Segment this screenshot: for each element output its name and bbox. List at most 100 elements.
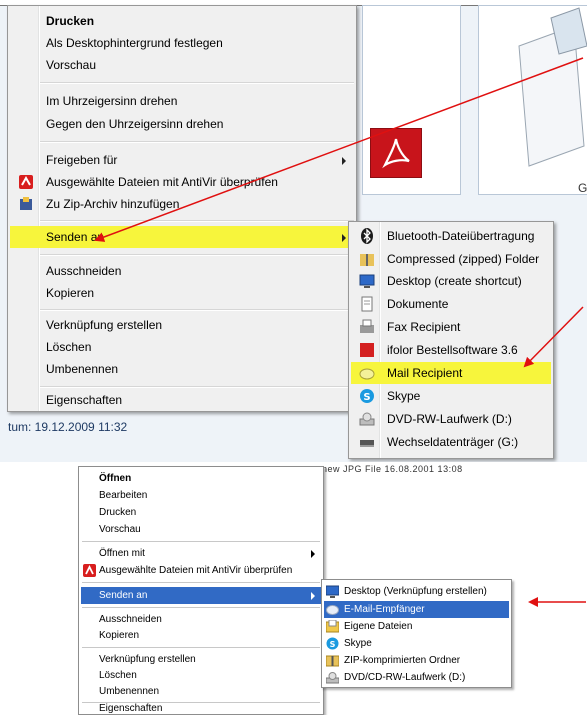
menu-item-label: Ausschneiden — [99, 614, 162, 625]
menu-item-label: Öffnen — [99, 473, 132, 484]
xp-menu-item-delete[interactable]: Löschen — [81, 667, 321, 684]
menu-item-label: Öffnen mit — [99, 548, 145, 559]
submenu-item-fax-recipient[interactable]: Fax Recipient — [351, 316, 551, 338]
menu-item-share-with[interactable]: Freigeben für — [10, 149, 354, 171]
xp-menu-item-properties[interactable]: Eigenschaften — [81, 703, 321, 715]
submenu-item-mail-recipient[interactable]: Mail Recipient — [351, 362, 551, 384]
submenu-item-bluetooth[interactable]: Bluetooth-Dateiübertragung — [351, 225, 551, 247]
menu-item-rotate-clockwise[interactable]: Im Uhrzeigersinn drehen — [10, 90, 354, 112]
winxp-screenshot: new JPG File 16.08.2001 13:08 Öffnen Bea… — [0, 462, 587, 715]
xp-menu-item-preview[interactable]: Vorschau — [81, 521, 321, 538]
menu-item-label: Verknüpfung erstellen — [99, 654, 196, 665]
dvd-drive-icon — [359, 411, 375, 427]
svg-text:S: S — [363, 392, 370, 403]
menu-item-label: Wechseldatenträger (G:) — [387, 435, 519, 449]
removable-drive-icon — [359, 434, 375, 450]
xp-menu-item-antivir-scan[interactable]: Ausgewählte Dateien mit AntiVir überprüf… — [81, 562, 321, 579]
skype-icon: S — [326, 637, 339, 650]
submenu-item-compressed-folder[interactable]: Compressed (zipped) Folder — [351, 248, 551, 270]
xp-submenu-item-dvd-drive[interactable]: DVD/CD-RW-Laufwerk (D:) — [324, 669, 509, 686]
menu-item-cut[interactable]: Ausschneiden — [10, 260, 354, 282]
submenu-item-ifolor[interactable]: ifolor Bestellsoftware 3.6 — [351, 339, 551, 361]
menu-item-label: Vorschau — [46, 58, 97, 72]
menu-item-label: DVD/CD-RW-Laufwerk (D:) — [344, 672, 466, 683]
menu-item-print[interactable]: Drucken — [10, 10, 354, 32]
xp-submenu-item-zip-folder[interactable]: ZIP-komprimierten Ordner — [324, 652, 509, 669]
menu-item-rename[interactable]: Umbenennen — [10, 358, 354, 380]
menu-item-label: Umbenennen — [99, 686, 160, 697]
menu-item-label: Eigenschaften — [99, 703, 163, 714]
xp-menu-item-send-to[interactable]: Senden an — [81, 587, 321, 604]
menu-item-label: Drucken — [46, 14, 95, 28]
menu-item-label: Zu Zip-Archiv hinzufügen — [46, 197, 180, 211]
xp-submenu-item-my-documents[interactable]: Eigene Dateien — [324, 618, 509, 635]
submenu-item-dvd-drive[interactable]: DVD-RW-Laufwerk (D:) — [351, 408, 551, 430]
menu-item-label: Senden an — [99, 590, 148, 601]
menu-item-label: ZIP-komprimierten Ordner — [344, 655, 461, 666]
xp-menu-item-copy[interactable]: Kopieren — [81, 627, 321, 644]
xp-menu-item-open[interactable]: Öffnen — [81, 470, 321, 487]
xp-menu-item-open-with[interactable]: Öffnen mit — [81, 545, 321, 562]
xp-submenu-item-desktop[interactable]: Desktop (Verknüpfung erstellen) — [324, 583, 509, 600]
menu-item-label: Löschen — [99, 670, 137, 681]
menu-separator — [40, 141, 354, 143]
antivir-icon — [83, 564, 96, 577]
menu-item-label: Im Uhrzeigersinn drehen — [46, 94, 178, 108]
xp-send-to-submenu: Desktop (Verknüpfung erstellen) E-Mail-E… — [321, 579, 512, 688]
zip-folder-icon — [359, 251, 375, 267]
menu-separator — [82, 647, 320, 648]
file-header-text: new JPG File 16.08.2001 13:08 — [322, 464, 463, 474]
menu-item-add-to-zip[interactable]: Zu Zip-Archiv hinzufügen — [10, 193, 354, 215]
menu-item-label: Als Desktophintergrund festlegen — [46, 36, 223, 50]
submenu-arrow-icon — [311, 550, 315, 558]
menu-item-label: Fax Recipient — [387, 320, 461, 334]
antivir-icon — [18, 174, 34, 190]
pdf-icon[interactable] — [370, 128, 422, 178]
xp-submenu-item-skype[interactable]: S Skype — [324, 635, 509, 652]
xp-menu-item-create-shortcut[interactable]: Verknüpfung erstellen — [81, 651, 321, 668]
menu-item-label: DVD-RW-Laufwerk (D:) — [387, 412, 512, 426]
menu-item-send-to[interactable]: Senden an — [10, 226, 354, 248]
menu-item-label: Ausgewählte Dateien mit AntiVir überprüf… — [46, 175, 278, 189]
menu-item-label: Gegen den Uhrzeigersinn drehen — [46, 117, 224, 131]
menu-item-label: Desktop (Verknüpfung erstellen) — [344, 586, 487, 597]
submenu-item-documents[interactable]: Dokumente — [351, 293, 551, 315]
menu-separator — [82, 607, 320, 608]
image-preview-icon — [518, 7, 587, 167]
menu-item-delete[interactable]: Löschen — [10, 336, 354, 358]
xp-menu-item-cut[interactable]: Ausschneiden — [81, 611, 321, 628]
menu-item-set-desktop-background[interactable]: Als Desktophintergrund festlegen — [10, 32, 354, 54]
menu-item-create-shortcut[interactable]: Verknüpfung erstellen — [10, 314, 354, 336]
send-to-submenu: Bluetooth-Dateiübertragung Compressed (z… — [348, 221, 554, 459]
thumbnail-frame[interactable] — [478, 5, 587, 195]
submenu-arrow-icon — [311, 592, 315, 600]
menu-separator — [40, 82, 354, 84]
skype-icon: S — [359, 388, 375, 404]
menu-item-label: Ausgewählte Dateien mit AntiVir überprüf… — [99, 565, 293, 576]
menu-item-label: Bluetooth-Dateiübertragung — [387, 229, 535, 243]
submenu-arrow-icon — [342, 234, 346, 242]
dvd-drive-icon — [325, 671, 340, 684]
file-date-text: tum: 19.12.2009 11:32 — [8, 420, 128, 434]
xp-context-menu: Öffnen Bearbeiten Drucken Vorschau Öffne… — [78, 466, 324, 715]
menu-item-rotate-counterclockwise[interactable]: Gegen den Uhrzeigersinn drehen — [10, 113, 354, 135]
menu-item-copy[interactable]: Kopieren — [10, 282, 354, 304]
menu-item-label: Compressed (zipped) Folder — [387, 252, 540, 266]
xp-submenu-item-email-recipient[interactable]: E-Mail-Empfänger — [324, 601, 509, 618]
menu-item-label: Eigenschaften — [46, 393, 123, 407]
submenu-item-skype[interactable]: S Skype — [351, 385, 551, 407]
submenu-item-removable-drive[interactable]: Wechseldatenträger (G:) — [351, 431, 551, 453]
menu-item-label: Drucken — [99, 507, 137, 518]
submenu-arrow-icon — [342, 157, 346, 165]
xp-menu-item-print[interactable]: Drucken — [81, 504, 321, 521]
menu-item-label: ifolor Bestellsoftware 3.6 — [387, 343, 518, 357]
menu-item-antivir-scan[interactable]: Ausgewählte Dateien mit AntiVir überprüf… — [10, 171, 354, 193]
menu-item-properties[interactable]: Eigenschaften — [10, 389, 354, 411]
menu-item-preview[interactable]: Vorschau — [10, 54, 354, 76]
documents-icon — [359, 296, 375, 312]
submenu-item-desktop-shortcut[interactable]: Desktop (create shortcut) — [351, 270, 551, 292]
thumbnail-label: G — [578, 181, 587, 195]
menu-item-label: Bearbeiten — [99, 490, 148, 501]
xp-menu-item-rename[interactable]: Umbenennen — [81, 683, 321, 700]
xp-menu-item-edit[interactable]: Bearbeiten — [81, 487, 321, 504]
